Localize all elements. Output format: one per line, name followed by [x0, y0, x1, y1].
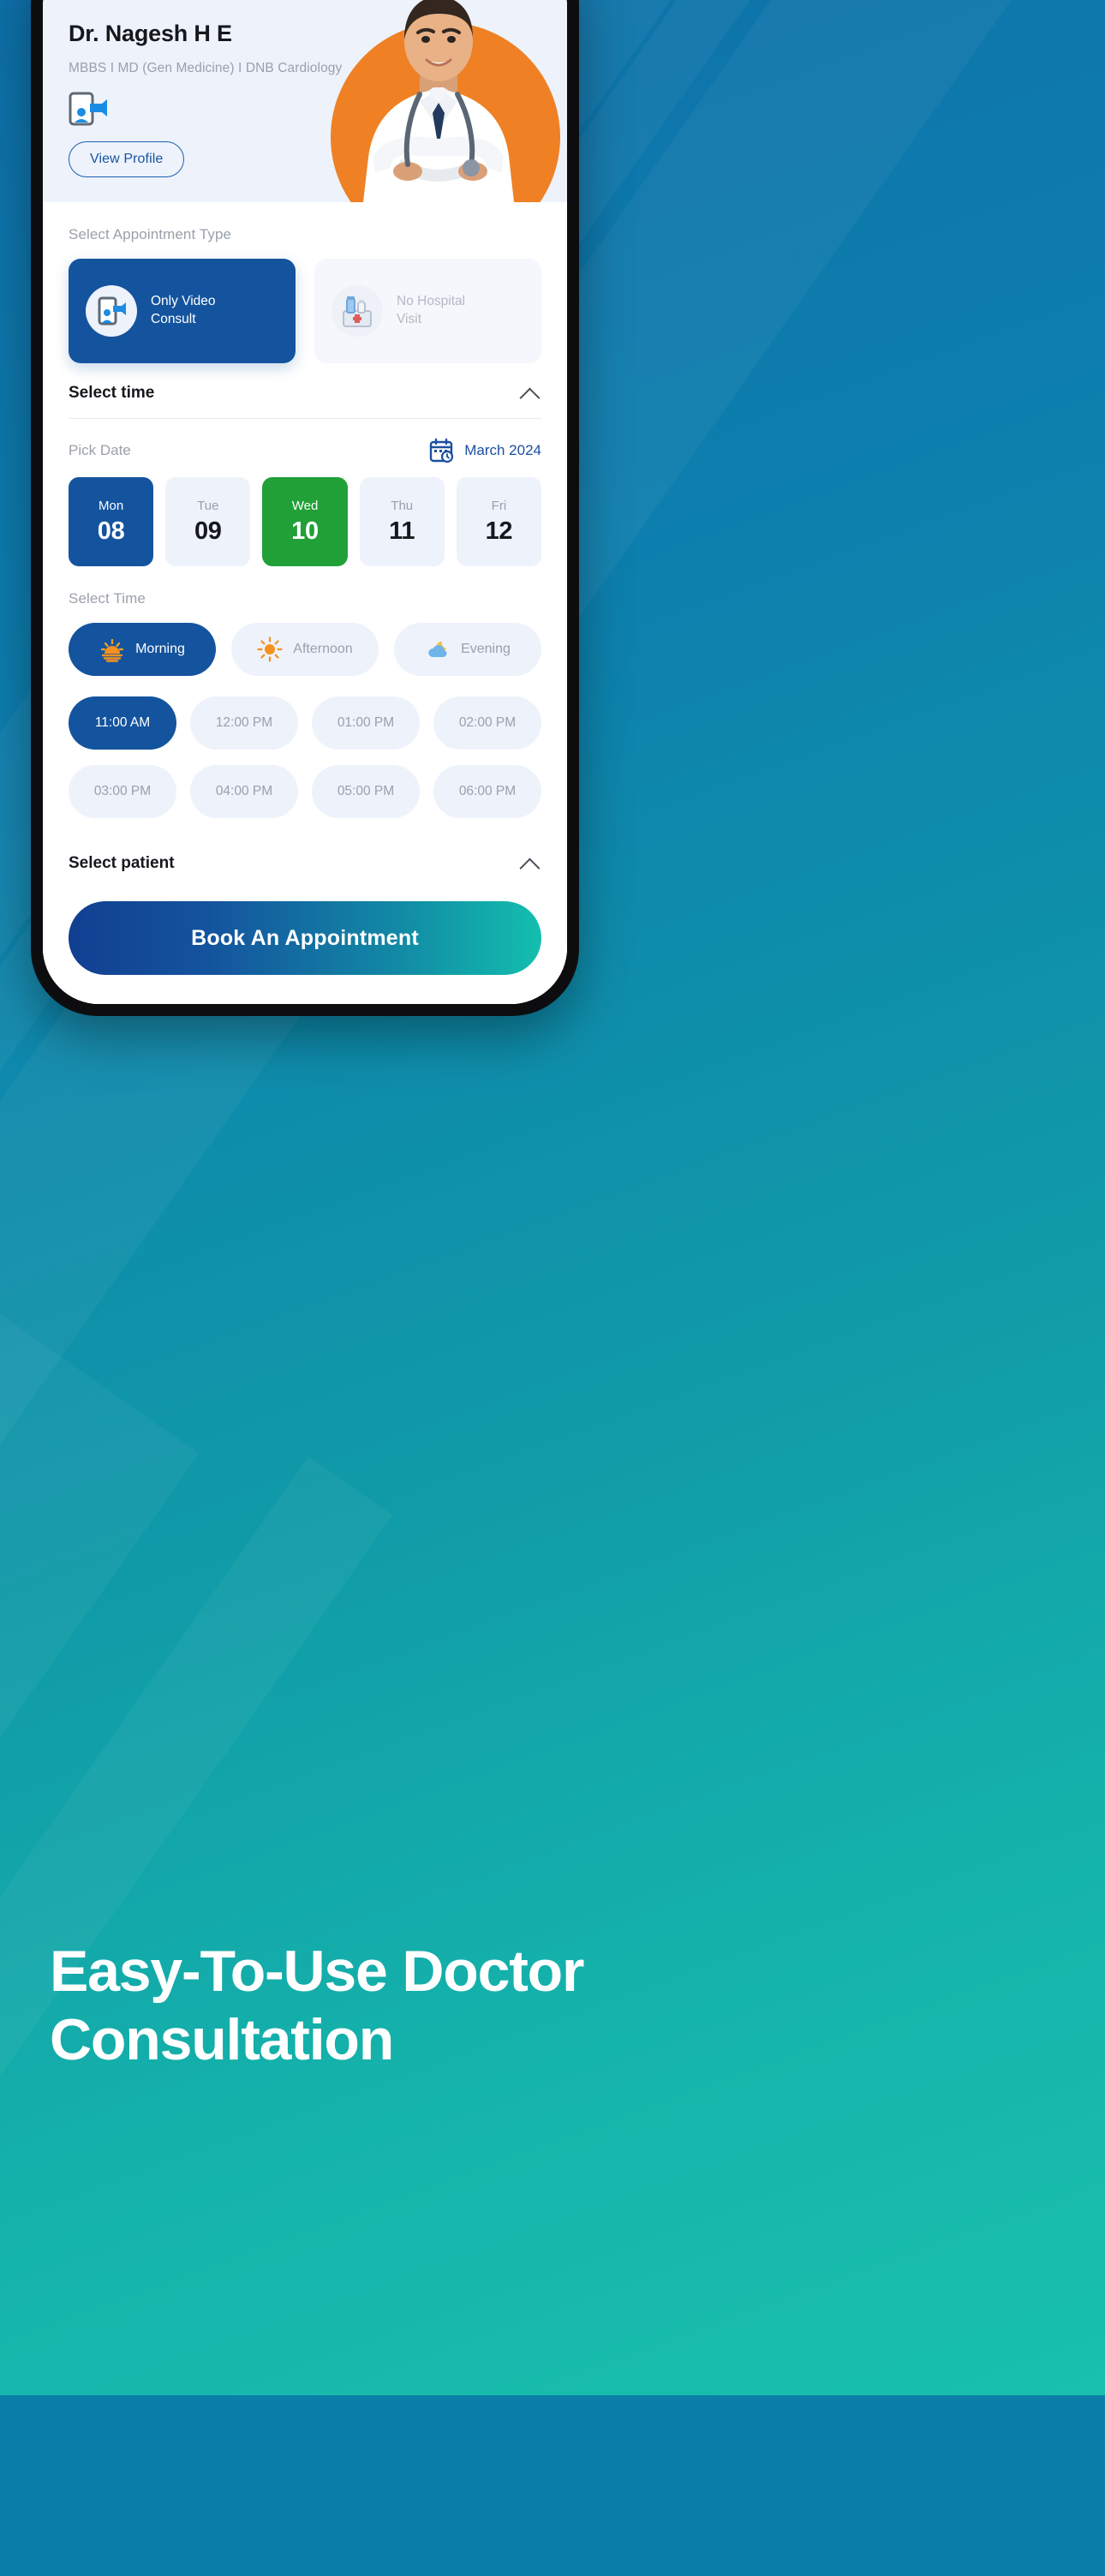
month-label: March 2024 [464, 442, 541, 458]
chevron-up-icon[interactable] [519, 382, 541, 404]
phone-screen: Dr. Nagesh H E MBBS I MD (Gen Medicine) … [43, 0, 567, 1004]
book-appointment-button[interactable]: Book An Appointment [69, 901, 541, 975]
day-part-label: Afternoon [293, 642, 353, 656]
day-part-label: Morning [135, 642, 185, 656]
appointment-type-label-video: Only Video Consult [151, 294, 216, 326]
appointment-type-row: Only Video Consult No Hospital Visit [69, 259, 541, 363]
pick-date-row: Pick Date March 2024 [69, 438, 541, 463]
day-part-afternoon[interactable]: Afternoon [231, 623, 379, 676]
date-picker-row: Mon 08 Tue 09 Wed 10 Thu 11 Fri 12 [69, 477, 542, 566]
time-slot[interactable]: 11:00 AM [69, 696, 176, 750]
view-profile-button[interactable]: View Profile [69, 141, 185, 177]
select-time-title: Select time [69, 384, 155, 402]
time-slot[interactable]: 02:00 PM [433, 696, 541, 750]
sun-icon [257, 637, 283, 662]
date-num: 12 [485, 517, 513, 545]
time-slot[interactable]: 12:00 PM [190, 696, 298, 750]
date-dow: Tue [197, 498, 219, 513]
day-part-evening[interactable]: Evening [394, 623, 541, 676]
video-consult-icon [69, 92, 108, 126]
cta-container: Book An Appointment [43, 879, 567, 1004]
appointment-type-label: Select Appointment Type [69, 226, 232, 242]
appointment-type-option-no-hospital[interactable]: No Hospital Visit [314, 259, 541, 363]
marketing-headline: Easy-To-Use Doctor Consultation [50, 1939, 584, 2072]
date-num: 09 [194, 517, 222, 545]
time-slot-grid: 11:00 AM 12:00 PM 01:00 PM 02:00 PM 03:0… [69, 696, 541, 818]
date-card[interactable]: Mon 08 [69, 477, 154, 566]
date-card[interactable]: Fri 12 [456, 477, 542, 566]
select-time-label: Select Time [69, 590, 146, 607]
appointment-type-label-no-hospital: No Hospital Visit [397, 294, 466, 326]
day-part-label: Evening [461, 642, 511, 656]
time-slot[interactable]: 01:00 PM [312, 696, 420, 750]
date-num: 11 [389, 517, 415, 545]
appointment-type-option-video[interactable]: Only Video Consult [69, 259, 296, 363]
sunrise-icon [99, 637, 125, 662]
time-slot[interactable]: 06:00 PM [433, 765, 541, 818]
cloud-moon-icon [425, 637, 451, 662]
calendar-icon [430, 438, 454, 463]
medical-kit-icon [332, 285, 383, 337]
date-dow: Wed [291, 498, 319, 513]
select-time-header[interactable]: Select time [69, 370, 541, 419]
select-patient-title: Select patient [69, 854, 175, 872]
booking-content[interactable]: Select Appointment Type Only Video Consu… [43, 202, 567, 1004]
time-slot[interactable]: 04:00 PM [190, 765, 298, 818]
date-num: 10 [291, 517, 319, 545]
date-num: 08 [97, 517, 125, 545]
month-selector[interactable]: March 2024 [428, 438, 541, 463]
chevron-up-icon[interactable] [519, 852, 541, 875]
doctor-name: Dr. Nagesh H E [69, 21, 232, 46]
date-card[interactable]: Tue 09 [165, 477, 251, 566]
pick-date-label: Pick Date [69, 442, 131, 458]
time-slot[interactable]: 03:00 PM [69, 765, 176, 818]
date-card[interactable]: Wed 10 [262, 477, 348, 566]
date-dow: Thu [391, 498, 414, 513]
day-part-morning[interactable]: Morning [69, 623, 216, 676]
video-consult-icon [86, 285, 137, 337]
phone-mockup: Dr. Nagesh H E MBBS I MD (Gen Medicine) … [31, 0, 579, 1016]
day-part-row: Morning Afternoon Evening [69, 623, 541, 676]
date-card[interactable]: Thu 11 [359, 477, 445, 566]
doctor-header-card: Dr. Nagesh H E MBBS I MD (Gen Medicine) … [43, 0, 567, 202]
doctor-qualifications: MBBS I MD (Gen Medicine) I DNB Cardiolog… [69, 61, 343, 75]
book-appointment-label: Book An Appointment [191, 925, 419, 950]
date-dow: Mon [99, 498, 124, 513]
time-slot[interactable]: 05:00 PM [312, 765, 420, 818]
date-dow: Fri [491, 498, 507, 513]
view-profile-label: View Profile [90, 152, 164, 166]
